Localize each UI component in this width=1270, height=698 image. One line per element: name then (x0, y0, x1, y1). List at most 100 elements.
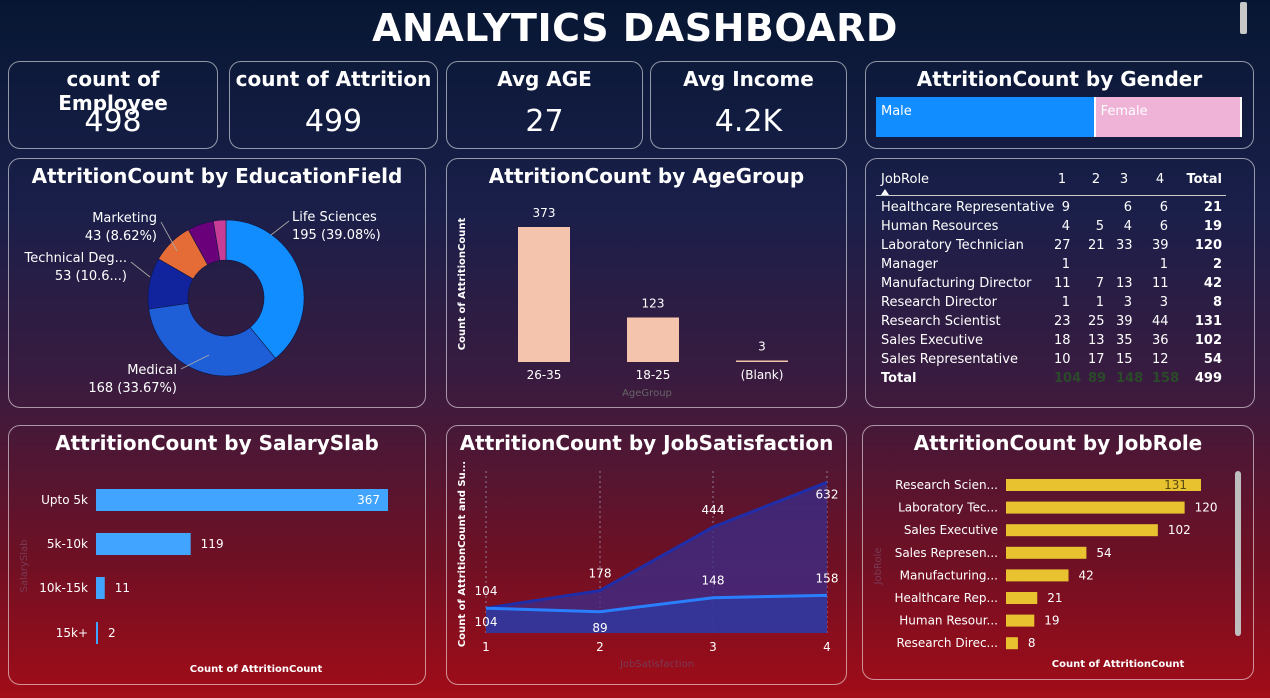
bar[interactable] (96, 577, 105, 599)
matrix-value-cell: 11 (1054, 276, 1071, 291)
x-tick-label: 2 (596, 640, 604, 654)
y-tick-label: 5k-10k (47, 537, 88, 551)
x-tick-label: 1 (482, 640, 490, 654)
matrix-value-cell: 33 (1116, 238, 1133, 253)
matrix-value-cell: 23 (1054, 314, 1071, 329)
donut-value-label: 195 (39.08%) (292, 228, 381, 243)
matrix-value-cell: 6 (1159, 219, 1168, 234)
jobrole-card[interactable]: AttritionCount by JobRole Research Scien… (862, 425, 1254, 680)
bar-data-label: 3 (758, 340, 766, 354)
matrix-row-label: Healthcare Representative (881, 200, 1055, 215)
matrix-value-cell: 9 (1061, 200, 1070, 215)
bar-data-label: 2 (108, 626, 116, 640)
jobsatisfaction-area-chart[interactable]: 104 178 444 632 104 89 148 158 1 2 3 4 JobSatisfacti… (447, 426, 846, 684)
data-label: 158 (816, 571, 839, 585)
matrix-value-cell: 7 (1095, 276, 1104, 291)
bar-data-label: 54 (1096, 546, 1111, 560)
bar[interactable] (1006, 524, 1158, 537)
matrix-row-label: Sales Executive (881, 333, 984, 348)
y-axis-title: Count of AttritionCount and Su... (457, 461, 468, 647)
donut-value-label: 53 (10.6...) (55, 269, 127, 284)
bar-data-label: 19 (1044, 614, 1059, 628)
bar[interactable] (1006, 637, 1018, 650)
donut-category-label: Medical (127, 363, 177, 378)
data-label: 148 (702, 574, 725, 588)
bar[interactable] (1006, 614, 1035, 627)
agegroup-card[interactable]: AttritionCount by AgeGroup 373 26-35 123 18… (446, 158, 847, 408)
jobrole-bar-chart[interactable]: Research Scien... 131 Laboratory Tec... 120… (863, 426, 1253, 679)
jobsatisfaction-card[interactable]: AttritionCount by JobSatisfaction 104 178… (446, 425, 847, 685)
data-label: 89 (592, 621, 607, 635)
education-donut-chart[interactable]: Life Sciences 195 (39.08%) Medical 168 (33.… (9, 159, 425, 407)
bar[interactable] (1006, 546, 1087, 559)
x-axis-title: Count of AttritionCount (190, 664, 323, 675)
bar[interactable] (1006, 569, 1069, 582)
bar[interactable] (96, 622, 98, 644)
matrix-value-cell: 6 (1159, 200, 1168, 215)
card-title: AttritionCount by Gender (916, 67, 1203, 91)
matrix-value-cell: 27 (1054, 238, 1071, 253)
scrollbar[interactable] (1235, 471, 1241, 636)
kpi-card-avg-age[interactable]: Avg AGE 27 (446, 61, 643, 149)
bar-data-label: 21 (1047, 591, 1062, 605)
salaryslab-bar-chart[interactable]: Upto 5k 367 5k-10k 119 10k-15k 11 15k+ 2 Count o… (9, 426, 425, 684)
matrix-row-label: Research Director (881, 295, 997, 310)
bar[interactable] (627, 317, 679, 362)
bar-data-label: 119 (201, 537, 224, 551)
matrix-value-cell: 120 (1194, 238, 1222, 253)
scrollbar[interactable] (1240, 2, 1247, 34)
matrix-value-cell: 44 (1152, 314, 1169, 329)
donut-leader-line (130, 261, 151, 278)
gender-stacked-bar[interactable]: Male Female (876, 97, 1242, 137)
gender-segment-male[interactable]: Male (876, 97, 1096, 137)
matrix-value-cell: 25 (1088, 314, 1105, 329)
matrix-value-cell: 2 (1212, 257, 1222, 272)
x-tick-label: (Blank) (741, 368, 784, 382)
donut-value-label: 43 (8.62%) (85, 229, 157, 244)
matrix-header-cell: Total (1186, 172, 1222, 187)
matrix-header-cell: 3 (1119, 172, 1129, 187)
data-label: 104 (475, 615, 498, 629)
bar-data-label: 11 (115, 581, 130, 595)
gender-card[interactable]: AttritionCount by Gender Male Female (865, 61, 1254, 149)
education-card[interactable]: AttritionCount by EducationField Life Sc… (8, 158, 426, 408)
kpi-card-attrition-count[interactable]: count of Attrition 499 (229, 61, 438, 149)
bar[interactable] (96, 489, 388, 511)
jobrole-matrix-card[interactable]: JobRole 1 2 3 4 Total Healthcare Representativ… (865, 158, 1255, 408)
matrix-value-cell: 39 (1116, 314, 1133, 329)
matrix-value-cell: 4 (1061, 219, 1070, 234)
bar[interactable] (1006, 501, 1185, 514)
kpi-label: Avg Income (683, 67, 814, 91)
gender-segment-female[interactable]: Female (1095, 97, 1242, 137)
data-label: 632 (816, 487, 839, 501)
kpi-card-employee-count[interactable]: count of Employee 498 (8, 61, 218, 149)
gender-segment-label: Male (881, 104, 912, 119)
matrix-value-cell: 15 (1116, 352, 1133, 367)
agegroup-bar-chart[interactable]: 373 26-35 123 18-25 3 (Blank) AgeGroup Count of… (447, 159, 846, 407)
kpi-value: 4.2K (714, 104, 783, 139)
kpi-card-avg-income[interactable]: Avg Income 4.2K (650, 61, 847, 149)
bar-data-label: 42 (1079, 568, 1094, 582)
matrix-value-cell: 19 (1203, 219, 1222, 234)
salaryslab-card[interactable]: AttritionCount by SalarySlab Upto 5k 367 5… (8, 425, 426, 685)
y-tick-label: 15k+ (56, 626, 88, 640)
dashboard-title: ANALYTICS DASHBOARD (372, 6, 898, 50)
y-tick-label: Sales Represen... (895, 546, 998, 560)
matrix-value-cell: 8 (1212, 295, 1222, 310)
matrix-value-cell: 102 (1194, 333, 1222, 348)
bar-data-label: 8 (1028, 636, 1036, 650)
y-axis-title: SalarySlab (19, 539, 30, 592)
matrix-row-label: Manager (881, 257, 938, 272)
matrix-value-cell: 4 (1123, 219, 1132, 234)
matrix-value-cell: 1 (1159, 257, 1168, 272)
x-tick-label: 4 (823, 640, 831, 654)
bar[interactable] (1006, 592, 1038, 604)
bar[interactable] (736, 360, 788, 363)
y-tick-label: Sales Executive (904, 523, 998, 537)
data-label: 104 (475, 584, 498, 598)
matrix-total-label: Total (881, 371, 917, 386)
matrix-value-cell: 1 (1061, 257, 1070, 272)
bar[interactable] (96, 533, 191, 555)
matrix-value-cell: 35 (1116, 333, 1133, 348)
bar[interactable] (518, 227, 570, 362)
